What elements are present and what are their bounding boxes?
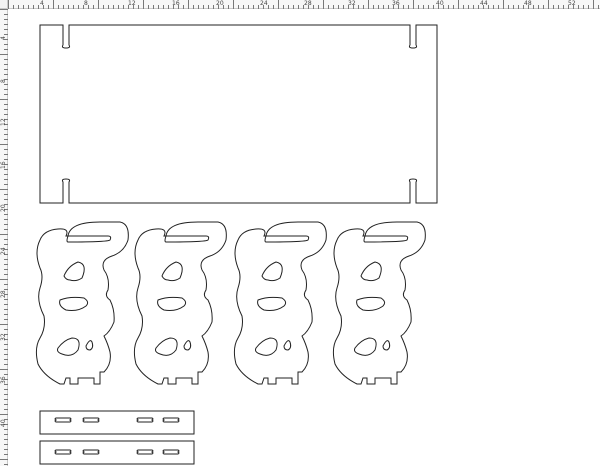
board-panel[interactable] [39, 24, 438, 204]
figure-shape-4[interactable] [332, 221, 426, 385]
vertical-ruler-label: 32 [0, 333, 7, 341]
vertical-ruler-label: 8 [0, 79, 7, 83]
horizontal-ruler-label: 40 [436, 0, 444, 7]
horizontal-ruler-label: 48 [524, 0, 532, 7]
horizontal-ruler-label: 8 [84, 0, 88, 7]
vertical-ruler[interactable] [0, 9, 8, 466]
vertical-ruler-label: 24 [0, 247, 7, 255]
vertical-ruler-label: 16 [0, 161, 7, 169]
vertical-ruler-label: 20 [0, 204, 7, 212]
vertical-ruler-label: 40 [0, 419, 7, 427]
horizontal-ruler-label: 24 [260, 0, 268, 7]
vertical-ruler-label: 36 [0, 376, 7, 384]
strip-2[interactable] [39, 440, 195, 465]
horizontal-ruler-label: 28 [304, 0, 312, 7]
vertical-ruler-label: 12 [0, 118, 7, 126]
horizontal-ruler-label: 12 [128, 0, 136, 7]
horizontal-ruler-label: 16 [172, 0, 180, 7]
horizontal-ruler-label: 20 [216, 0, 224, 7]
vertical-ruler-ticks [0, 9, 8, 465]
strip-1[interactable] [39, 410, 195, 435]
horizontal-ruler-label: 52 [568, 0, 576, 7]
figure-shape-1[interactable] [35, 221, 129, 385]
horizontal-ruler-label: 32 [348, 0, 356, 7]
figure-shape-3[interactable] [233, 221, 327, 385]
figure-shape-2[interactable] [133, 221, 227, 385]
horizontal-ruler-label: 36 [392, 0, 400, 7]
horizontal-ruler-label: 4 [40, 0, 44, 7]
drawing-canvas[interactable] [8, 9, 600, 466]
vertical-ruler-label: 28 [0, 290, 7, 298]
horizontal-ruler-label: 44 [480, 0, 488, 7]
ruler-corner [0, 0, 8, 9]
vertical-ruler-label: 4 [0, 36, 7, 40]
